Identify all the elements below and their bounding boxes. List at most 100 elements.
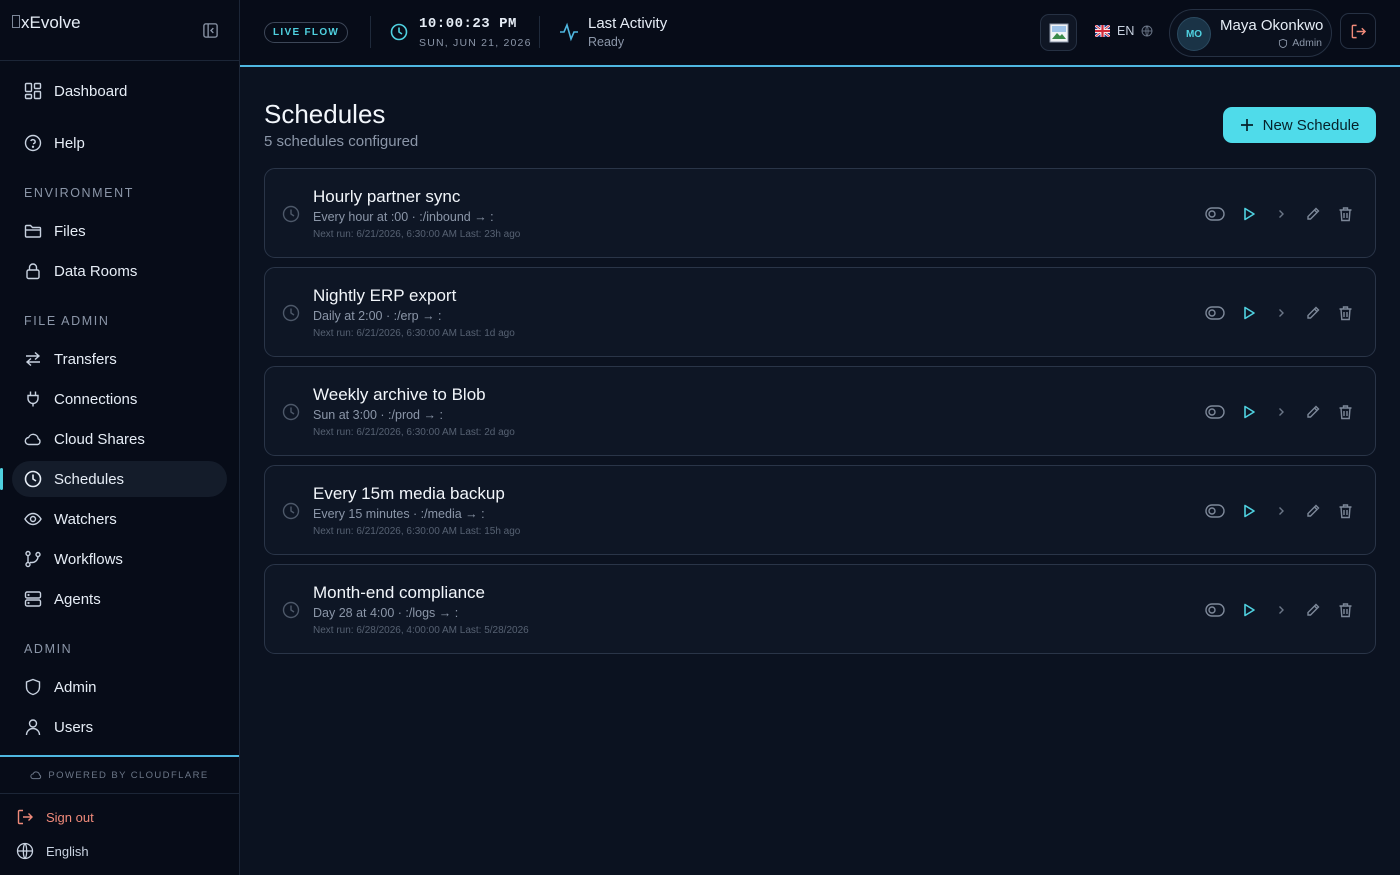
plus-icon bbox=[1240, 119, 1253, 131]
sidebar-item-workflows[interactable]: Workflows bbox=[12, 541, 227, 577]
language-switcher[interactable]: EN bbox=[1095, 24, 1153, 38]
details-button[interactable] bbox=[1271, 303, 1291, 323]
schedule-meta: Every 15 minutes · :/media → : bbox=[313, 507, 485, 521]
schedule-card[interactable]: Hourly partner sync Every hour at :00 · … bbox=[264, 168, 1376, 258]
play-icon bbox=[1244, 306, 1255, 320]
sidebar-item-label: Data Rooms bbox=[54, 263, 138, 280]
plug-icon bbox=[27, 391, 39, 407]
schedule-next-run: Next run: 6/21/2026, 6:30:00 AM Last: 2d… bbox=[313, 427, 515, 438]
sign-out-link[interactable]: Sign out bbox=[16, 808, 94, 826]
schedule-actions bbox=[1205, 600, 1355, 620]
logo[interactable]: xEvolve bbox=[12, 13, 81, 33]
edit-button[interactable] bbox=[1303, 501, 1323, 521]
schedule-meta: Sun at 3:00 · :/prod → : bbox=[313, 408, 443, 422]
divider bbox=[539, 16, 540, 48]
language-selector[interactable]: English bbox=[16, 842, 89, 860]
toggle-button[interactable] bbox=[1205, 204, 1225, 224]
toggle-icon bbox=[1205, 504, 1225, 518]
schedule-next-run: Next run: 6/21/2026, 6:30:00 AM Last: 23… bbox=[313, 229, 521, 240]
delete-button[interactable] bbox=[1335, 204, 1355, 224]
edit-button[interactable] bbox=[1303, 204, 1323, 224]
sidebar-item-agents[interactable]: Agents bbox=[12, 581, 227, 617]
schedule-card[interactable]: Nightly ERP export Daily at 2:00 · :/erp… bbox=[264, 267, 1376, 357]
sidebar-item-admin[interactable]: Admin bbox=[12, 669, 227, 705]
toggle-button[interactable] bbox=[1205, 402, 1225, 422]
uk-flag-icon bbox=[1095, 25, 1110, 37]
divider bbox=[370, 16, 371, 48]
edit-button[interactable] bbox=[1303, 600, 1323, 620]
logout-button[interactable] bbox=[1340, 13, 1376, 49]
top-bar-accent-line bbox=[240, 65, 1400, 67]
sidebar-item-label: Admin bbox=[54, 679, 97, 696]
sidebar-item-label: Agents bbox=[54, 591, 101, 608]
user-role-label: Admin bbox=[1292, 37, 1322, 49]
run-now-button[interactable] bbox=[1239, 204, 1259, 224]
run-now-button[interactable] bbox=[1239, 501, 1259, 521]
sidebar-item-cloud-shares[interactable]: Cloud Shares bbox=[12, 421, 227, 457]
transfer-arrows-icon bbox=[25, 351, 41, 367]
delete-button[interactable] bbox=[1335, 402, 1355, 422]
sidebar-item-label: Transfers bbox=[54, 351, 117, 368]
section-environment: ENVIRONMENT bbox=[24, 186, 134, 200]
details-button[interactable] bbox=[1271, 600, 1291, 620]
pencil-icon bbox=[1307, 504, 1320, 517]
details-button[interactable] bbox=[1271, 204, 1291, 224]
clock-icon bbox=[282, 205, 300, 223]
delete-button[interactable] bbox=[1335, 600, 1355, 620]
chevron-right-icon bbox=[1279, 309, 1284, 317]
clock-icon bbox=[282, 601, 300, 619]
sign-out-label: Sign out bbox=[46, 809, 94, 825]
sidebar-item-files[interactable]: Files bbox=[12, 213, 227, 249]
edit-button[interactable] bbox=[1303, 402, 1323, 422]
section-admin: ADMIN bbox=[24, 642, 73, 656]
run-now-button[interactable] bbox=[1239, 600, 1259, 620]
play-icon bbox=[1244, 603, 1255, 617]
page-title: Schedules bbox=[264, 99, 386, 129]
current-date: SUN, JUN 21, 2026 bbox=[419, 37, 532, 49]
schedule-next-run: Next run: 6/28/2026, 4:00:00 AM Last: 5/… bbox=[313, 625, 529, 636]
trash-icon bbox=[1339, 207, 1351, 222]
toggle-button[interactable] bbox=[1205, 303, 1225, 323]
toggle-icon bbox=[1205, 405, 1225, 419]
sidebar-item-label: Cloud Shares bbox=[54, 431, 145, 448]
section-file-admin: FILE ADMIN bbox=[24, 314, 110, 328]
collapse-sidebar-icon[interactable] bbox=[202, 22, 219, 39]
toggle-icon bbox=[1205, 207, 1225, 221]
edit-button[interactable] bbox=[1303, 303, 1323, 323]
schedule-name: Every 15m media backup bbox=[313, 484, 505, 503]
powered-by-text: POWERED BY CLOUDFLARE bbox=[48, 769, 209, 781]
eye-icon bbox=[24, 512, 42, 526]
schedule-card[interactable]: Every 15m media backup Every 15 minutes … bbox=[264, 465, 1376, 555]
run-now-button[interactable] bbox=[1239, 303, 1259, 323]
sidebar-item-watchers[interactable]: Watchers bbox=[12, 501, 227, 537]
sidebar-item-schedules[interactable]: Schedules bbox=[12, 461, 227, 497]
sidebar-item-transfers[interactable]: Transfers bbox=[12, 341, 227, 377]
sidebar-item-users[interactable]: Users bbox=[12, 709, 227, 745]
image-button[interactable] bbox=[1040, 14, 1077, 51]
trash-icon bbox=[1339, 405, 1351, 420]
play-icon bbox=[1244, 405, 1255, 419]
language-label: English bbox=[46, 843, 89, 859]
details-button[interactable] bbox=[1271, 402, 1291, 422]
details-button[interactable] bbox=[1271, 501, 1291, 521]
globe-icon bbox=[16, 842, 34, 860]
toggle-button[interactable] bbox=[1205, 501, 1225, 521]
delete-button[interactable] bbox=[1335, 303, 1355, 323]
toggle-button[interactable] bbox=[1205, 600, 1225, 620]
sidebar-item-data-rooms[interactable]: Data Rooms bbox=[12, 253, 227, 289]
sidebar-item-dashboard[interactable]: Dashboard bbox=[12, 73, 227, 109]
sidebar-item-help[interactable]: Help bbox=[12, 125, 227, 161]
schedule-name: Nightly ERP export bbox=[313, 286, 457, 305]
toggle-icon bbox=[1205, 603, 1225, 617]
sign-out-icon bbox=[17, 809, 33, 825]
schedule-actions bbox=[1205, 303, 1355, 323]
new-schedule-button[interactable]: New Schedule bbox=[1223, 107, 1376, 143]
delete-button[interactable] bbox=[1335, 501, 1355, 521]
clock-icon bbox=[24, 470, 42, 488]
user-menu[interactable]: MO Maya Okonkwo Admin bbox=[1169, 9, 1332, 57]
last-activity-status: Ready bbox=[588, 35, 625, 49]
schedule-card[interactable]: Month-end compliance Day 28 at 4:00 · :/… bbox=[264, 564, 1376, 654]
schedule-card[interactable]: Weekly archive to Blob Sun at 3:00 · :/p… bbox=[264, 366, 1376, 456]
sidebar-item-connections[interactable]: Connections bbox=[12, 381, 227, 417]
run-now-button[interactable] bbox=[1239, 402, 1259, 422]
